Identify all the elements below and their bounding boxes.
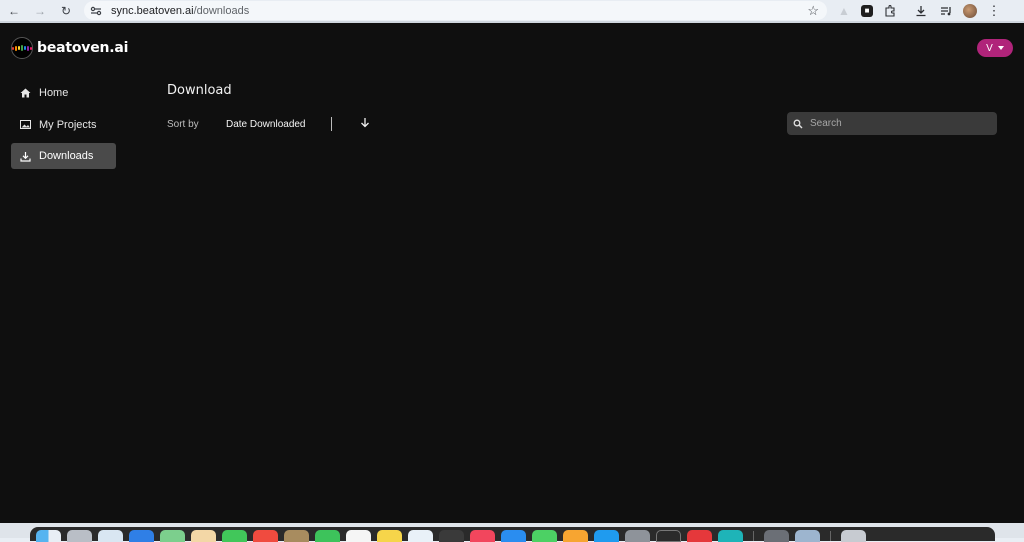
pages-icon[interactable]: [563, 530, 588, 542]
sort-direction-button[interactable]: [359, 117, 371, 131]
extension-square-icon[interactable]: ■: [861, 4, 873, 17]
browser-toolbar: ← → ↻ sync.beatoven.ai/downloads ☆ ▲ ■ ⋮: [0, 0, 1024, 21]
messages-icon[interactable]: [222, 530, 247, 542]
notes-icon[interactable]: [377, 530, 402, 542]
site-settings-icon[interactable]: [89, 4, 103, 18]
arrow-down-icon: [360, 115, 370, 133]
keynote-icon[interactable]: [594, 530, 619, 542]
brand-name: beatoven.ai: [37, 40, 129, 56]
dock-separator: [830, 531, 831, 541]
music-icon[interactable]: [470, 530, 495, 542]
sort-select[interactable]: Date Downloaded: [226, 119, 306, 130]
image-icon: [19, 119, 31, 131]
logo-mark-icon: [11, 37, 33, 59]
user-menu-button[interactable]: V: [977, 39, 1013, 57]
user-initial: V: [986, 42, 993, 54]
extensions-area: ▲ ■ ⋮: [836, 2, 1002, 19]
brand-logo[interactable]: beatoven.ai: [11, 37, 128, 59]
sort-label: Sort by: [167, 119, 199, 130]
search-box: [787, 112, 997, 135]
media-queue-icon[interactable]: [938, 3, 954, 19]
sort-divider: [331, 117, 332, 131]
url-path: /downloads: [193, 4, 250, 17]
profile-avatar[interactable]: [963, 3, 977, 18]
sidebar: Home My Projects Downloads: [11, 80, 116, 175]
sidebar-item-label: Home: [39, 87, 69, 99]
appstore-icon[interactable]: [501, 530, 526, 542]
home-icon: [19, 87, 31, 99]
sidebar-item-home[interactable]: Home: [11, 80, 116, 106]
extension-triangle-icon[interactable]: ▲: [836, 3, 852, 19]
reminders-icon[interactable]: [346, 530, 371, 542]
search-input[interactable]: [810, 118, 990, 129]
facetime-green-icon[interactable]: [532, 530, 557, 542]
extensions-puzzle-icon[interactable]: [882, 3, 898, 19]
maps-icon[interactable]: [160, 530, 185, 542]
macos-dock: [30, 527, 995, 542]
downloads-icon[interactable]: [913, 3, 929, 19]
downloads-stack-icon[interactable]: [795, 530, 820, 542]
reload-icon[interactable]: ↻: [58, 3, 74, 19]
sidebar-item-label: My Projects: [39, 118, 97, 131]
activity-icon[interactable]: [656, 530, 681, 542]
caret-down-icon: [997, 46, 1004, 50]
notes-brown-icon[interactable]: [284, 530, 309, 542]
page-title: Download: [167, 83, 232, 98]
sidebar-item-my-projects[interactable]: My Projects: [11, 112, 116, 138]
download-icon: [19, 150, 31, 162]
forward-icon[interactable]: →: [32, 3, 48, 19]
chrome-icon[interactable]: [764, 530, 789, 542]
sidebar-item-label: Downloads: [39, 150, 94, 162]
url-host: sync.beatoven.ai: [111, 4, 194, 17]
facetime-icon[interactable]: [315, 530, 340, 542]
trash-icon[interactable]: [841, 530, 866, 542]
freeform-icon[interactable]: [408, 530, 433, 542]
back-icon[interactable]: ←: [6, 3, 22, 19]
settings-icon[interactable]: [625, 530, 650, 542]
terminal-icon[interactable]: [439, 530, 464, 542]
bookmark-star-icon[interactable]: ☆: [807, 3, 819, 19]
mail-icon[interactable]: [129, 530, 154, 542]
dock-separator: [753, 531, 754, 541]
launchpad-icon[interactable]: [67, 530, 92, 542]
photos-icon[interactable]: [191, 530, 216, 542]
url-text: sync.beatoven.ai/downloads: [111, 5, 249, 17]
address-bar[interactable]: sync.beatoven.ai/downloads ☆: [84, 1, 827, 20]
app-window: beatoven.ai V Home My Projects Downloads…: [0, 21, 1024, 523]
preview-icon[interactable]: [718, 530, 743, 542]
calendar-icon[interactable]: [253, 530, 278, 542]
finder-icon[interactable]: [36, 530, 61, 542]
safari-icon[interactable]: [98, 530, 123, 542]
search-icon: [793, 119, 803, 129]
menu-kebab-icon[interactable]: ⋮: [986, 3, 1002, 19]
sidebar-item-downloads[interactable]: Downloads: [11, 143, 116, 169]
photobooth-icon[interactable]: [687, 530, 712, 542]
